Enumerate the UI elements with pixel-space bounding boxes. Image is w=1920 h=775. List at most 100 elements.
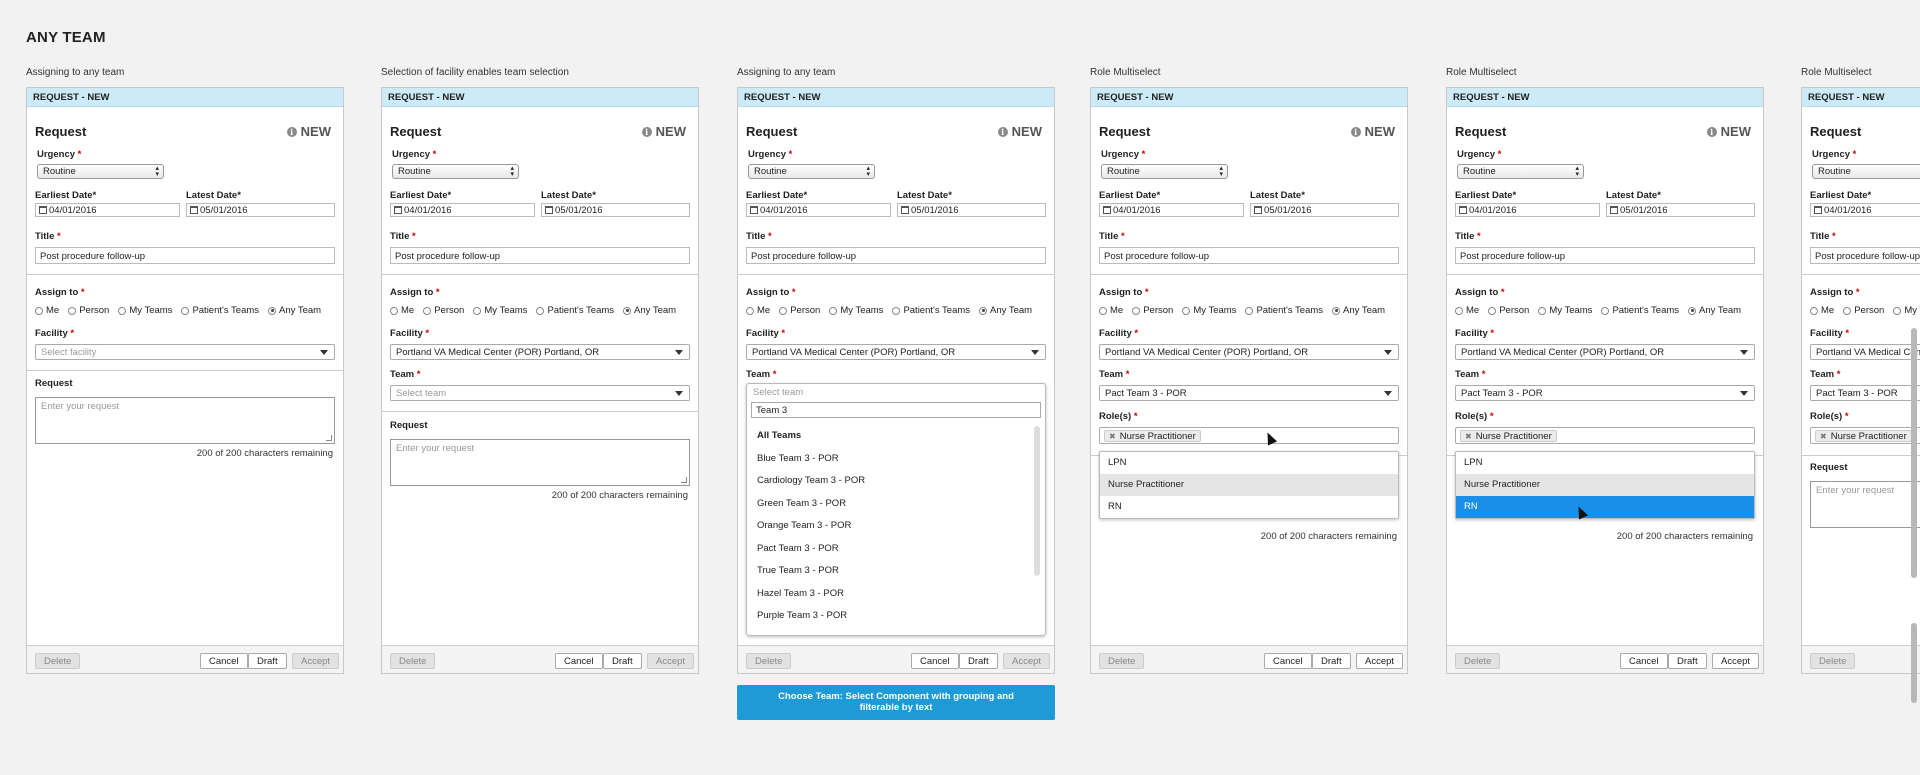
accept-button[interactable]: Accept — [292, 653, 340, 669]
radio-my-teams[interactable]: My Teams — [473, 305, 527, 316]
earliest-date-input[interactable]: 04/01/2016 — [390, 203, 535, 217]
radio-me[interactable]: Me — [1810, 305, 1834, 316]
page-scrollbar-thumb[interactable] — [1911, 328, 1917, 578]
role-option-nurse-practitioner[interactable]: Nurse Practitioner — [1456, 474, 1754, 496]
draft-button[interactable]: Draft — [1312, 653, 1351, 669]
team-select[interactable]: Pact Team 3 - POR — [1099, 385, 1399, 401]
radio-patients-teams[interactable]: Patient's Teams — [1601, 305, 1679, 316]
role-option-nurse-practitioner[interactable]: Nurse Practitioner — [1100, 474, 1398, 496]
earliest-date-input[interactable]: 04/01/2016 — [1810, 203, 1920, 217]
accept-button[interactable]: Accept — [1003, 653, 1051, 669]
delete-button[interactable]: Delete — [1455, 653, 1501, 669]
team-option[interactable]: Cardiology Team 3 - POR — [757, 475, 865, 486]
roles-multiselect[interactable]: ✖ Nurse Practitioner — [1810, 427, 1920, 444]
radio-person[interactable]: Person — [1488, 305, 1529, 316]
draft-button[interactable]: Draft — [1668, 653, 1707, 669]
title-input[interactable]: Post procedure follow-up — [1099, 247, 1399, 264]
team-option[interactable]: Hazel Team 3 - POR — [757, 588, 844, 599]
urgency-select[interactable]: Routine ▴ ▾ — [392, 164, 519, 179]
radio-me[interactable]: Me — [1455, 305, 1479, 316]
radio-person[interactable]: Person — [1132, 305, 1173, 316]
latest-date-input[interactable]: 05/01/2016 — [1606, 203, 1755, 217]
page-scrollbar-thumb[interactable] — [1911, 623, 1917, 703]
latest-date-input[interactable]: 05/01/2016 — [541, 203, 690, 217]
title-input[interactable]: Post procedure follow-up — [1455, 247, 1755, 264]
earliest-date-input[interactable]: 04/01/2016 — [1099, 203, 1244, 217]
radio-my-teams[interactable]: My Teams — [1893, 305, 1920, 316]
team-option[interactable]: Purple Team 3 - POR — [757, 610, 847, 621]
team-option[interactable]: True Team 3 - POR — [757, 565, 839, 576]
radio-patients-teams[interactable]: Patient's Teams — [892, 305, 970, 316]
title-input[interactable]: Post procedure follow-up — [1810, 247, 1920, 264]
radio-person[interactable]: Person — [68, 305, 109, 316]
facility-select[interactable]: Select facility — [35, 344, 335, 360]
cancel-button[interactable]: Cancel — [1264, 653, 1312, 669]
role-option-lpn[interactable]: LPN — [1456, 452, 1754, 474]
accept-button[interactable]: Accept — [1712, 653, 1760, 669]
team-option[interactable]: Blue Team 3 - POR — [757, 453, 839, 464]
draft-button[interactable]: Draft — [248, 653, 287, 669]
latest-date-input[interactable]: 05/01/2016 — [1250, 203, 1399, 217]
team-option[interactable]: Pact Team 3 - POR — [757, 543, 839, 554]
radio-any-team[interactable]: Any Team — [1688, 305, 1741, 316]
delete-button[interactable]: Delete — [35, 653, 81, 669]
facility-select[interactable]: Portland VA Medical Center (POR) Portlan… — [1455, 344, 1755, 360]
radio-any-team[interactable]: Any Team — [1332, 305, 1385, 316]
latest-date-input[interactable]: 05/01/2016 — [897, 203, 1046, 217]
delete-button[interactable]: Delete — [746, 653, 792, 669]
urgency-select[interactable]: Routine ▴ ▾ — [748, 164, 875, 179]
radio-any-team[interactable]: Any Team — [979, 305, 1032, 316]
radio-my-teams[interactable]: My Teams — [1538, 305, 1592, 316]
radio-person[interactable]: Person — [779, 305, 820, 316]
radio-person[interactable]: Person — [1843, 305, 1884, 316]
delete-button[interactable]: Delete — [1099, 653, 1145, 669]
roles-multiselect[interactable]: ✖ Nurse Practitioner — [1455, 427, 1755, 444]
earliest-date-input[interactable]: 04/01/2016 — [746, 203, 891, 217]
radio-patients-teams[interactable]: Patient's Teams — [536, 305, 614, 316]
team-option[interactable]: Orange Team 3 - POR — [757, 520, 851, 531]
radio-any-team[interactable]: Any Team — [623, 305, 676, 316]
cancel-button[interactable]: Cancel — [1620, 653, 1668, 669]
team-option[interactable]: Green Team 3 - POR — [757, 498, 846, 509]
cancel-button[interactable]: Cancel — [200, 653, 248, 669]
earliest-date-input[interactable]: 04/01/2016 — [35, 203, 180, 217]
accept-button[interactable]: Accept — [1356, 653, 1404, 669]
urgency-select[interactable]: Routine ▴ ▾ — [37, 164, 164, 179]
title-input[interactable]: Post procedure follow-up — [746, 247, 1046, 264]
facility-select[interactable]: Portland VA Medical Center (POR) Portlan… — [390, 344, 690, 360]
request-textarea[interactable]: Enter your request — [1810, 481, 1920, 528]
radio-patients-teams[interactable]: Patient's Teams — [1245, 305, 1323, 316]
title-input[interactable]: Post procedure follow-up — [390, 247, 690, 264]
facility-select[interactable]: Portland VA Medical Center (POR) Portlan… — [1099, 344, 1399, 360]
role-option-rn[interactable]: RN — [1100, 496, 1398, 518]
role-tag[interactable]: ✖ Nurse Practitioner — [1815, 430, 1912, 442]
latest-date-input[interactable]: 05/01/2016 — [186, 203, 335, 217]
radio-my-teams[interactable]: My Teams — [1182, 305, 1236, 316]
radio-me[interactable]: Me — [35, 305, 59, 316]
role-tag[interactable]: ✖ Nurse Practitioner — [1104, 430, 1201, 442]
role-option-rn[interactable]: RN — [1456, 496, 1754, 518]
roles-multiselect[interactable]: ✖ Nurse Practitioner — [1099, 427, 1399, 444]
radio-person[interactable]: Person — [423, 305, 464, 316]
urgency-select[interactable]: Routine — [1812, 164, 1920, 179]
team-select[interactable]: Pact Team 3 - POR — [1810, 385, 1920, 401]
role-tag[interactable]: ✖ Nurse Practitioner — [1460, 430, 1557, 442]
radio-patients-teams[interactable]: Patient's Teams — [181, 305, 259, 316]
draft-button[interactable]: Draft — [959, 653, 998, 669]
facility-select[interactable]: Portland VA Medical Center (POR) Portlan… — [1810, 344, 1920, 360]
title-input[interactable]: Post procedure follow-up — [35, 247, 335, 264]
accept-button[interactable]: Accept — [647, 653, 695, 669]
radio-any-team[interactable]: Any Team — [268, 305, 321, 316]
radio-me[interactable]: Me — [1099, 305, 1123, 316]
request-textarea[interactable]: Enter your request — [35, 397, 335, 444]
request-textarea[interactable]: Enter your request — [390, 439, 690, 486]
earliest-date-input[interactable]: 04/01/2016 — [1455, 203, 1600, 217]
radio-me[interactable]: Me — [746, 305, 770, 316]
radio-my-teams[interactable]: My Teams — [118, 305, 172, 316]
role-option-lpn[interactable]: LPN — [1100, 452, 1398, 474]
radio-me[interactable]: Me — [390, 305, 414, 316]
cancel-button[interactable]: Cancel — [555, 653, 603, 669]
delete-button[interactable]: Delete — [390, 653, 436, 669]
team-select[interactable]: Pact Team 3 - POR — [1455, 385, 1755, 401]
urgency-select[interactable]: Routine ▴ ▾ — [1101, 164, 1228, 179]
